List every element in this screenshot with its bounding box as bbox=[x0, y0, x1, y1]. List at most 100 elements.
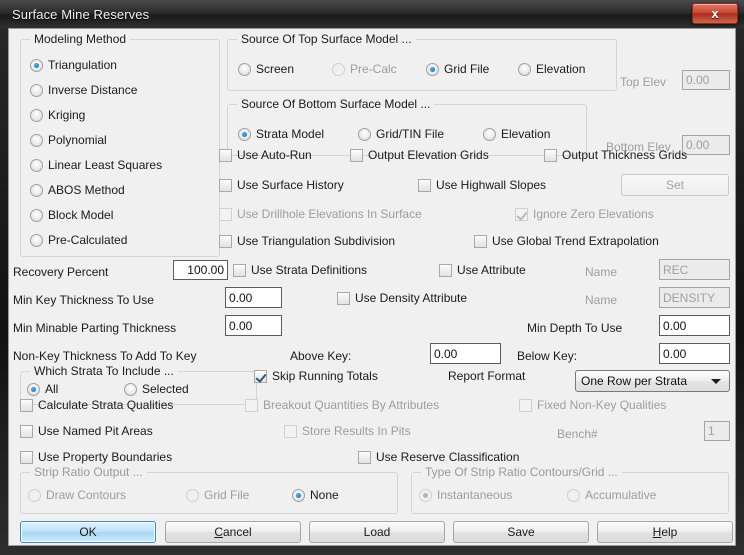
radio-bottom-elevation[interactable]: Elevation bbox=[483, 127, 550, 141]
ok-button-label: OK bbox=[79, 525, 97, 539]
ok-button[interactable]: OK bbox=[20, 521, 156, 543]
field-min-key-thickness[interactable]: 0.00 bbox=[225, 287, 282, 308]
checkbox-box-icon bbox=[439, 263, 452, 277]
label-bench-number: Bench# bbox=[557, 427, 598, 441]
checkbox-use-global-trend-extrapolation[interactable]: Use Global Trend Extrapolation bbox=[474, 234, 659, 248]
field-bottom-elev[interactable]: 0.00 bbox=[682, 135, 730, 155]
radio-pre-calculated[interactable]: Pre-Calculated bbox=[30, 233, 127, 247]
checkbox-use-attribute[interactable]: Use Attribute bbox=[439, 263, 526, 277]
load-button[interactable]: Load bbox=[309, 521, 445, 543]
radio-label: Triangulation bbox=[48, 58, 117, 72]
field-min-minable-parting[interactable]: 0.00 bbox=[225, 315, 282, 336]
checkbox-output-elevation-grids[interactable]: Output Elevation Grids bbox=[350, 148, 489, 162]
radio-linear-least-squares[interactable]: Linear Least Squares bbox=[30, 158, 162, 172]
radio-top-screen[interactable]: Screen bbox=[238, 62, 294, 76]
label-rec-name: Name bbox=[585, 265, 618, 279]
field-rec-name[interactable]: REC bbox=[659, 259, 730, 280]
checkbox-use-highwall-slopes[interactable]: Use Highwall Slopes bbox=[418, 178, 546, 192]
field-top-elev[interactable]: 0.00 bbox=[682, 70, 730, 90]
radio-bottom-grid-tin-file[interactable]: Grid/TIN File bbox=[358, 127, 444, 141]
group-title-which-strata: Which Strata To Include ... bbox=[30, 364, 178, 378]
field-bench-number[interactable]: 1 bbox=[704, 421, 730, 441]
radio-kriging[interactable]: Kriging bbox=[30, 108, 85, 122]
radio-top-grid-file[interactable]: Grid File bbox=[426, 62, 489, 76]
radio-dot-icon bbox=[426, 62, 439, 76]
checkbox-box-icon bbox=[337, 291, 350, 305]
field-min-depth-to-use[interactable]: 0.00 bbox=[659, 315, 730, 336]
radio-dot-icon bbox=[30, 233, 43, 247]
checkbox-label: Calculate Strata Qualities bbox=[38, 398, 174, 412]
radio-dot-icon bbox=[238, 127, 251, 141]
radio-block-model[interactable]: Block Model bbox=[30, 208, 113, 222]
checkbox-use-strata-definitions[interactable]: Use Strata Definitions bbox=[233, 263, 367, 277]
checkbox-box-icon bbox=[20, 424, 33, 438]
checkbox-box-icon bbox=[515, 207, 528, 221]
checkbox-skip-running-totals[interactable]: Skip Running Totals bbox=[254, 369, 378, 383]
cancel-button[interactable]: Cancel bbox=[165, 521, 301, 543]
checkbox-calculate-strata-qualities[interactable]: Calculate Strata Qualities bbox=[20, 398, 173, 412]
close-icon[interactable]: x bbox=[692, 3, 738, 24]
radio-inverse-distance[interactable]: Inverse Distance bbox=[30, 83, 137, 97]
radio-strip-grid-file: Grid File bbox=[186, 488, 249, 502]
save-button[interactable]: Save bbox=[453, 521, 589, 543]
checkbox-box-icon bbox=[20, 450, 33, 464]
radio-accumulative: Accumulative bbox=[567, 488, 656, 502]
checkbox-use-named-pit-areas[interactable]: Use Named Pit Areas bbox=[20, 424, 153, 438]
radio-dot-icon bbox=[419, 488, 432, 502]
group-title-strip-ratio-output: Strip Ratio Output ... bbox=[30, 465, 147, 479]
radio-strata-all[interactable]: All bbox=[27, 382, 58, 396]
checkbox-label: Use Triangulation Subdivision bbox=[237, 234, 396, 248]
checkbox-label: Ignore Zero Elevations bbox=[533, 207, 654, 221]
radio-dot-icon bbox=[332, 62, 345, 76]
radio-label: Kriging bbox=[48, 108, 86, 122]
label-density-name: Name bbox=[585, 293, 618, 307]
checkbox-label: Store Results In Pits bbox=[302, 424, 411, 438]
checkbox-box-icon bbox=[20, 398, 33, 412]
checkbox-use-surface-history[interactable]: Use Surface History bbox=[219, 178, 344, 192]
radio-strata-selected[interactable]: Selected bbox=[124, 382, 189, 396]
label-top-elev: Top Elev bbox=[620, 75, 667, 89]
label-report-format: Report Format bbox=[448, 369, 526, 383]
group-strip-ratio-output: Strip Ratio Output ... Draw Contours Gri… bbox=[20, 465, 398, 514]
radio-label: Instantaneous bbox=[437, 488, 513, 502]
radio-dot-icon bbox=[27, 382, 40, 396]
radio-polynomial[interactable]: Polynomial bbox=[30, 133, 107, 147]
cancel-button-label: Cancel bbox=[214, 525, 252, 539]
radio-abos-method[interactable]: ABOS Method bbox=[30, 183, 125, 197]
checkbox-output-thickness-grids[interactable]: Output Thickness Grids bbox=[544, 148, 687, 162]
field-recovery-percent[interactable]: 100.00 bbox=[173, 260, 228, 280]
checkbox-use-property-boundaries[interactable]: Use Property Boundaries bbox=[20, 450, 172, 464]
checkbox-fixed-non-key-qualities: Fixed Non-Key Qualities bbox=[519, 398, 666, 412]
radio-dot-icon bbox=[358, 127, 371, 141]
save-button-label: Save bbox=[507, 525, 535, 539]
report-format-dropdown[interactable]: One Row per Strata bbox=[575, 370, 730, 392]
field-above-key[interactable]: 0.00 bbox=[430, 343, 501, 364]
checkbox-label: Output Elevation Grids bbox=[368, 148, 489, 162]
title-bar[interactable]: Surface Mine Reserves x bbox=[0, 0, 744, 28]
checkbox-use-reserve-classification[interactable]: Use Reserve Classification bbox=[358, 450, 519, 464]
radio-dot-icon bbox=[30, 208, 43, 222]
radio-instantaneous: Instantaneous bbox=[419, 488, 512, 502]
radio-label: Screen bbox=[256, 62, 295, 76]
checkbox-label: Use Density Attribute bbox=[355, 291, 468, 305]
radio-bottom-strata-model[interactable]: Strata Model bbox=[238, 127, 324, 141]
group-modeling-method: Modeling Method Triangulation Inverse Di… bbox=[20, 32, 220, 257]
field-below-key[interactable]: 0.00 bbox=[659, 343, 730, 364]
radio-label: Grid File bbox=[204, 488, 250, 502]
radio-top-elevation[interactable]: Elevation bbox=[518, 62, 585, 76]
radio-top-pre-calc: Pre-Calc bbox=[332, 62, 397, 76]
radio-label: Block Model bbox=[48, 208, 114, 222]
label-min-key-thickness: Min Key Thickness To Use bbox=[13, 293, 154, 307]
set-button[interactable]: Set bbox=[621, 174, 729, 196]
radio-strip-none[interactable]: None bbox=[292, 488, 339, 502]
checkbox-box-icon bbox=[245, 398, 258, 412]
radio-triangulation[interactable]: Triangulation bbox=[30, 58, 117, 72]
help-button[interactable]: Help bbox=[597, 521, 733, 543]
radio-dot-icon bbox=[483, 127, 496, 141]
field-density-name[interactable]: DENSITY bbox=[659, 287, 730, 308]
radio-label: Grid/TIN File bbox=[376, 127, 445, 141]
checkbox-use-density-attribute[interactable]: Use Density Attribute bbox=[337, 291, 467, 305]
checkbox-use-triangulation-subdivision[interactable]: Use Triangulation Subdivision bbox=[219, 234, 395, 248]
checkbox-use-auto-run[interactable]: Use Auto-Run bbox=[219, 148, 312, 162]
radio-dot-icon bbox=[567, 488, 580, 502]
